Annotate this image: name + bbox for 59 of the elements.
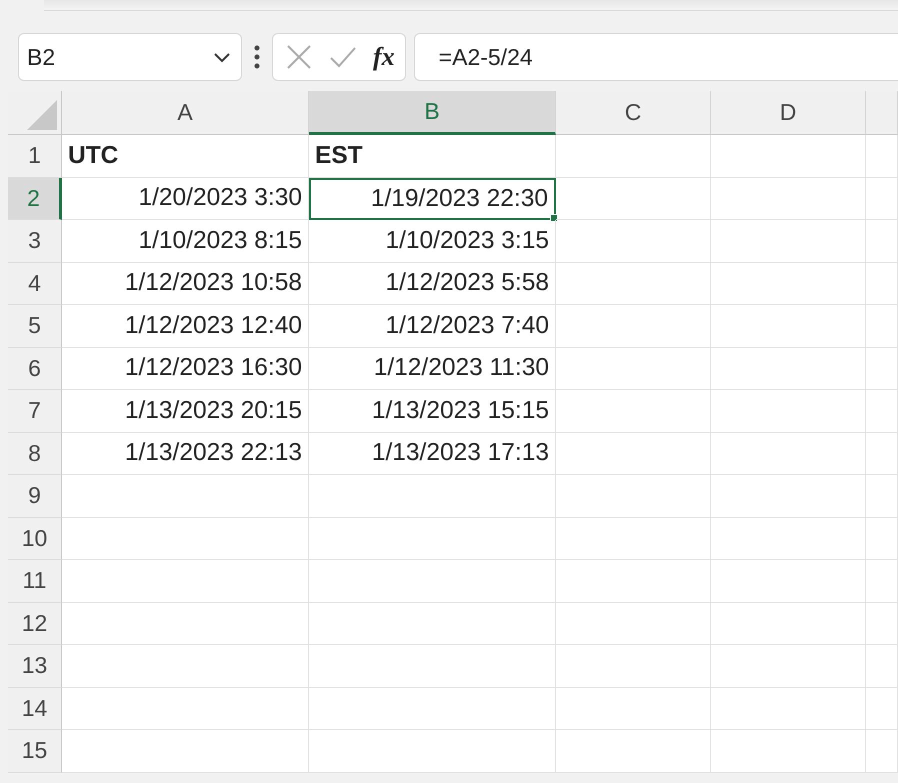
row-header[interactable]: 15 [8,730,62,772]
table-cell: 1/12/2023 11:30 [309,348,556,390]
table-cell [866,305,898,348]
table-cell [866,560,898,602]
insert-function-button[interactable]: fx [373,42,395,72]
table-cell [866,348,898,390]
table-cell [866,262,898,305]
row-header[interactable]: 14 [8,688,62,730]
fill-handle[interactable] [550,214,558,222]
row-header[interactable]: 9 [8,475,62,518]
table-cell: 1/12/2023 12:40 [62,305,309,348]
table-cell: 1/20/2023 3:30 [62,178,309,220]
table-cell [866,645,898,688]
table-cell [866,432,898,475]
row-header[interactable]: 4 [8,262,62,305]
table-cell: EST [309,135,556,178]
table-cell: 1/10/2023 8:15 [62,220,309,262]
row-header[interactable]: 1 [8,135,62,178]
table-cell: 1/12/2023 10:58 [62,262,309,305]
table-cell: 1/13/2023 17:13 [309,432,556,475]
table-cell: UTC [62,135,309,178]
row-header[interactable]: 12 [8,602,62,645]
table-cell: 1/13/2023 22:13 [62,432,309,475]
table-cell: 1/10/2023 3:15 [309,220,556,262]
column-header[interactable]: C [556,91,711,135]
table-cell [866,518,898,560]
row-header[interactable]: 8 [8,432,62,475]
selected-cell: 1/19/2023 22:30 [309,178,556,220]
column-header[interactable]: A [62,91,309,135]
column-header[interactable]: B [309,91,556,135]
table-cell: 1/13/2023 15:15 [309,390,556,432]
row-header[interactable]: 5 [8,305,62,348]
table-cell [866,390,898,432]
table-cell: 1/13/2023 20:15 [62,390,309,432]
row-header[interactable]: 6 [8,348,62,390]
dropdown-caret-icon[interactable] [213,51,231,63]
table-cell: 1/12/2023 7:40 [309,305,556,348]
row-header[interactable]: 3 [8,220,62,262]
row-header[interactable]: 7 [8,390,62,432]
table-cell [866,688,898,730]
header-background [866,91,898,135]
row-header[interactable]: 11 [8,560,62,602]
row-header[interactable]: 10 [8,518,62,560]
formula-field[interactable]: =A2-5/24 [414,33,898,81]
name-box[interactable]: B2 [18,33,242,81]
table-cell: 1/12/2023 16:30 [62,348,309,390]
triangle-icon[interactable] [27,100,57,130]
table-cell [866,602,898,645]
row-header[interactable]: 2 [8,178,62,220]
row-header[interactable]: 13 [8,645,62,688]
table-cell [866,135,898,178]
table-cell [866,475,898,518]
table-cell: 1/12/2023 5:58 [309,262,556,305]
table-cell [866,178,898,220]
table-cell [866,730,898,772]
more-options-icon[interactable] [254,44,260,70]
cancel-icon[interactable] [285,43,313,71]
table-cell [866,220,898,262]
column-header[interactable]: D [711,91,866,135]
